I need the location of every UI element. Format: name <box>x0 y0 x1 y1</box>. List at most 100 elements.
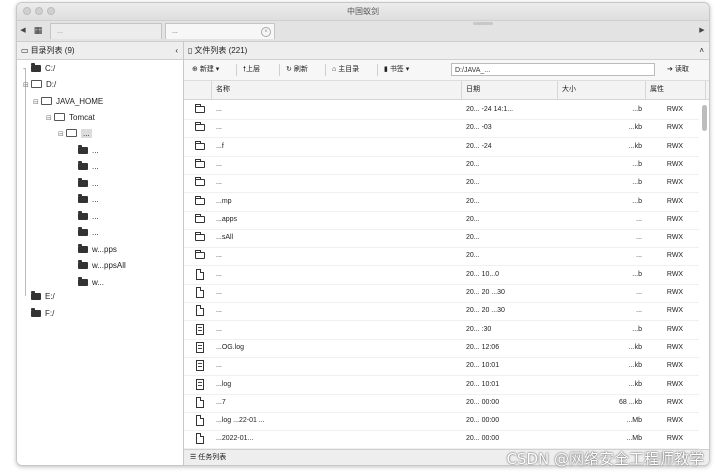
file-attr: RWX <box>666 435 684 443</box>
tree-item-webapps[interactable]: w...pps <box>78 243 117 257</box>
file-name: ...OG.log <box>216 343 245 351</box>
bookmark-button[interactable]: ▮ 书签 ▾ <box>384 64 409 76</box>
file-row[interactable]: ... 20... ...b RWX <box>184 174 699 194</box>
folder-icon <box>78 227 88 236</box>
file-name: ...log <box>216 380 232 388</box>
up-button-label: 上层 <box>246 66 261 73</box>
column-header-attr[interactable]: 属性 <box>646 81 706 99</box>
file-row[interactable]: ... 20... ...b RWX <box>184 156 699 175</box>
tree-item[interactable]: ... <box>78 210 99 224</box>
file-row[interactable]: ...log ...22-01 ... 20... 00:00 ...Mb RWX <box>184 412 699 432</box>
up-button[interactable]: 🠕上层 <box>243 64 260 76</box>
file-size: 68 ...kb <box>619 398 642 406</box>
file-outline-icon: ▯ <box>188 46 193 55</box>
file-attr: RWX <box>666 270 684 278</box>
tree-item[interactable]: ... <box>78 144 99 158</box>
file-name: ... <box>216 270 222 278</box>
collapse-left-icon[interactable]: ‹ <box>175 42 178 59</box>
tab-1[interactable]: ... <box>50 23 162 39</box>
refresh-button[interactable]: ↻ 刷新 <box>286 64 308 76</box>
tree-item-label: Tomcat <box>69 113 95 122</box>
tree-item-label: w...pps <box>92 245 117 254</box>
folder-icon <box>195 158 205 168</box>
file-size: ...kb <box>628 124 642 132</box>
file-date: 20... <box>466 197 480 205</box>
file-row[interactable]: ...sAll 20...... RWX <box>184 229 699 249</box>
read-button[interactable]: ➔ 读取 <box>667 64 689 76</box>
tree-item[interactable]: ... <box>78 177 99 191</box>
file-icon <box>196 433 204 445</box>
tree-item-label: ... <box>92 146 99 155</box>
file-attr: RWX <box>666 160 684 168</box>
tab-2[interactable]: ... × <box>165 23 275 39</box>
file-row[interactable]: ... 20...... RWX <box>184 247 699 267</box>
tab-2-label: ... <box>172 28 178 35</box>
file-row[interactable]: ...apps 20...... RWX <box>184 211 699 230</box>
file-name: ... <box>216 179 222 187</box>
file-icon <box>196 305 204 317</box>
file-name: ...apps <box>216 215 238 223</box>
file-attr: RWX <box>666 380 684 388</box>
tree-item-tomcat[interactable]: ⊟ Tomcat <box>46 111 95 125</box>
tree-item[interactable]: ... <box>78 226 99 240</box>
new-button[interactable]: ⊕ 新建 ▾ <box>192 64 219 76</box>
app-window: 中国蚁剑 ◀ ▦ ... ... × ▶ ▭ 目录列表 (9) ‹ - C:/ ⊟ D… <box>16 2 710 466</box>
file-table: 名称 日期 大小 属性 ... 20... -24 14:1... ...b RWX.… <box>184 81 709 449</box>
folder-icon <box>31 63 41 72</box>
tree-item-c[interactable]: - C:/ <box>23 62 55 76</box>
file-row[interactable]: ...log 20... 10:01 ...kb RWX <box>184 376 699 395</box>
file-row[interactable]: ... 20... 20 ...30... RWX <box>184 302 699 322</box>
tab-bar-drag-handle[interactable] <box>473 22 493 25</box>
folder-icon <box>78 277 88 286</box>
file-row[interactable]: ...OG.log 20... 12:06 ...kb RWX <box>184 339 699 358</box>
file-row[interactable]: ...7 20... 00:00 68 ...kb RWX <box>184 394 699 413</box>
file-size: ...b <box>632 325 642 333</box>
file-row[interactable]: ... 20... -24 14:1... ...b RWX <box>184 101 699 120</box>
tree-item-d[interactable]: ⊟ D:/ <box>23 78 56 92</box>
file-attr: RWX <box>666 307 684 315</box>
tree-item-java-home[interactable]: ⊟ JAVA_HOME <box>33 95 103 109</box>
file-row[interactable]: ... 20... 20 ...30... RWX <box>184 284 699 303</box>
file-attr: RWX <box>666 362 684 370</box>
home-button-label: 主目录 <box>338 66 360 73</box>
path-input[interactable]: D:/JAVA_... <box>451 63 655 76</box>
folder-open-icon <box>66 129 77 137</box>
folder-icon <box>195 232 205 242</box>
tree-item-e[interactable]: E:/ <box>31 290 55 304</box>
column-header-size[interactable]: 大小 <box>558 81 646 99</box>
collapse-up-icon[interactable]: ˄ <box>699 42 704 59</box>
file-row[interactable]: ... 20... -03 ...kb RWX <box>184 119 699 139</box>
file-row[interactable]: ... 20... 10:01 ...kb RWX <box>184 357 699 377</box>
tree-item[interactable]: ... <box>78 160 99 174</box>
file-size: ... <box>636 252 642 260</box>
tree-item-f[interactable]: F:/ <box>31 307 54 321</box>
file-row[interactable]: ...mp 20... ...b RWX <box>184 193 699 212</box>
tree-item[interactable]: ... <box>78 193 99 207</box>
tab-scroll-right-icon[interactable]: ▶ <box>697 25 707 37</box>
file-attr: RWX <box>666 124 684 132</box>
file-size: ...Mb <box>626 435 642 443</box>
tab-close-icon[interactable]: × <box>261 27 271 37</box>
tab-scroll-left-icon[interactable]: ◀ <box>18 25 28 37</box>
vertical-scrollbar[interactable] <box>702 105 707 131</box>
file-row[interactable]: ... 20... 10...0 ...b RWX <box>184 266 699 285</box>
tree-item[interactable]: w... <box>78 276 104 290</box>
file-attr: RWX <box>666 417 684 425</box>
file-row[interactable]: ... 20... :30 ...b RWX <box>184 321 699 340</box>
file-row[interactable]: ...2022-01... 20... 00:00 ...Mb RWX <box>184 430 699 449</box>
tab-grid-icon[interactable]: ▦ <box>31 24 45 37</box>
home-button[interactable]: ⌂ 主目录 <box>332 64 359 76</box>
file-date: 20... 12:06 <box>466 343 500 351</box>
folder-icon <box>78 244 88 253</box>
column-header-date[interactable]: 日期 <box>462 81 558 99</box>
tree-item-webappsall[interactable]: w...ppsAll <box>78 259 126 273</box>
bookmark-icon: ▮ <box>384 66 388 73</box>
file-panel-title: 文件列表 (221) <box>194 46 248 55</box>
file-row[interactable]: ...f 20... -24 ...kb RWX <box>184 138 699 157</box>
file-attr: RWX <box>666 398 684 406</box>
file-size: ...kb <box>628 362 642 370</box>
file-size: ...b <box>632 160 642 168</box>
titlebar: 中国蚁剑 <box>17 3 709 21</box>
column-header-name[interactable]: 名称 <box>212 81 462 99</box>
tree-item-selected[interactable]: ⊟... <box>58 127 92 141</box>
